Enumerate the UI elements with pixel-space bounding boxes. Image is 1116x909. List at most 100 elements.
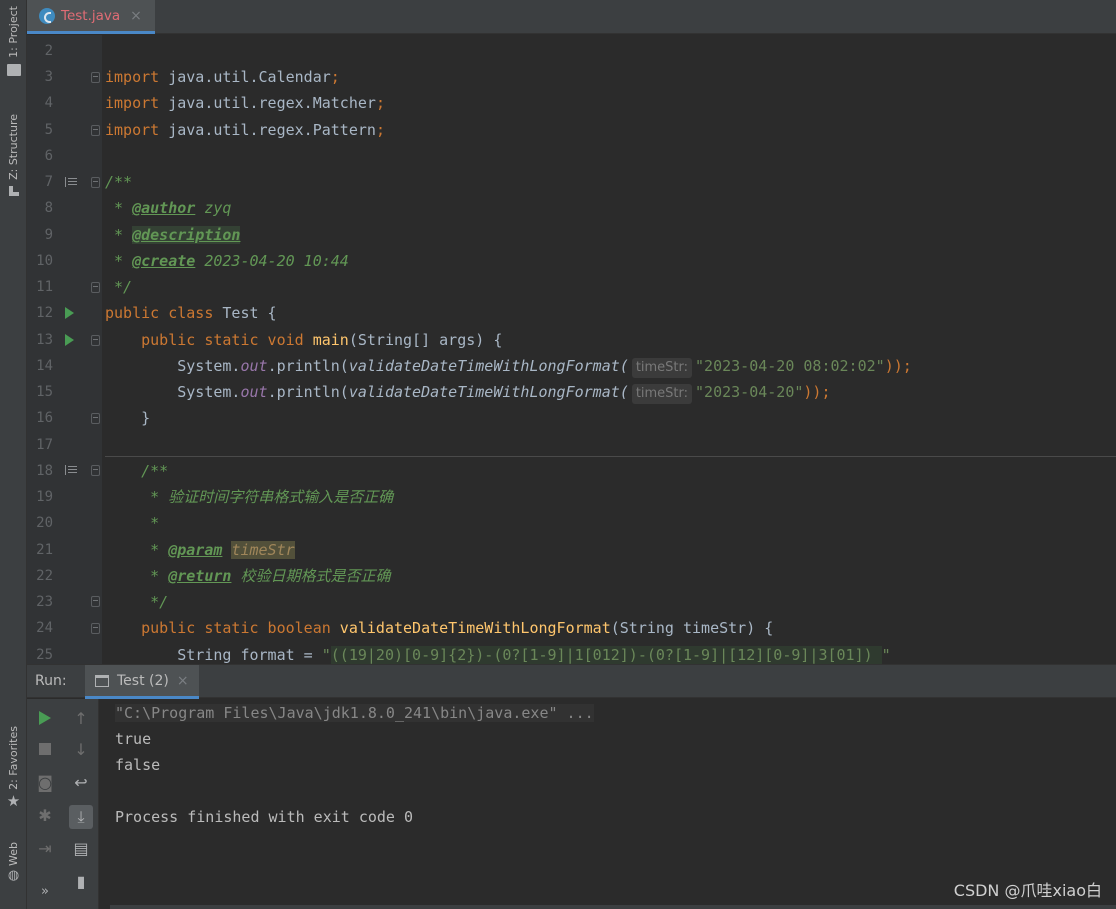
identifier: String format = (177, 646, 322, 664)
line-number: 18 (36, 463, 53, 479)
doc-comment: */ (105, 278, 133, 296)
line-number: 10 (36, 253, 53, 269)
more-icon: » (41, 883, 49, 899)
horizontal-scrollbar[interactable] (110, 905, 1116, 909)
scroll-end-icon: ⤓ (77, 807, 85, 826)
line-number: 24 (36, 620, 53, 636)
render-doc-icon[interactable] (65, 465, 78, 475)
render-doc-icon[interactable] (65, 177, 78, 187)
fold-icon[interactable] (91, 623, 100, 634)
fold-icon[interactable] (91, 413, 100, 424)
tool-window-favorites[interactable]: 2: Favorites ★ (0, 726, 27, 810)
param-name: timeStr (231, 541, 295, 559)
soft-wrap-button[interactable]: ↩ (71, 772, 91, 792)
exit-button[interactable]: ⇥ (35, 838, 55, 858)
fold-icon[interactable] (91, 335, 100, 346)
code-line: /** (105, 458, 168, 484)
doc-comment: zyq (195, 199, 232, 217)
keyword: import (105, 94, 160, 112)
globe-icon: ◍ (7, 867, 20, 883)
code-line: } (105, 405, 150, 431)
more-button[interactable]: » (35, 881, 55, 901)
static-field: out (240, 383, 268, 401)
keyword: static (195, 331, 259, 349)
print-button[interactable]: ▤ (71, 838, 91, 858)
identifier: java.util.regex.Matcher (159, 94, 376, 112)
line-number: 16 (36, 410, 53, 426)
run-toolbar-primary: ◙ ✱ ⇥ » (27, 699, 63, 909)
run-toolbar-secondary: ↑ ↓ ↩ ⤓ ▤ ▮ (63, 699, 99, 909)
stop-icon (39, 743, 51, 755)
tab-test-java[interactable]: Test.java × (27, 0, 155, 34)
editor-tab-bar: Test.java × (27, 0, 1116, 34)
arrow-down-icon: ↓ (74, 739, 88, 759)
keyword: class (159, 304, 214, 322)
line-number: 14 (36, 358, 53, 374)
left-tool-stripe: 1: Project Z: Structure 2: Favorites ★ W… (0, 0, 27, 909)
identifier: java.util.regex.Pattern (159, 121, 376, 139)
doc-tag: @create (132, 252, 196, 270)
string-literal: " (321, 646, 331, 664)
code-line: * @param timeStr (105, 537, 295, 563)
favorites-label: 2: Favorites (7, 726, 20, 790)
rerun-button[interactable] (35, 708, 55, 728)
fold-icon[interactable] (91, 177, 100, 188)
line-number: 3 (44, 69, 53, 85)
semicolon: ; (375, 121, 385, 139)
fold-icon[interactable] (91, 282, 100, 293)
run-panel-header: Run: Test (2) × (27, 664, 1116, 699)
watermark: CSDN @爪哇xiao白 (953, 881, 1102, 900)
doc-comment: 校验日期格式是否正确 (231, 567, 391, 585)
method-name: validateDateTimeWithLongFormat (330, 619, 611, 637)
fold-icon[interactable] (91, 465, 100, 476)
semicolon: ; (330, 68, 340, 86)
brace: } (141, 409, 151, 427)
parameters: (String timeStr) { (610, 619, 774, 637)
code-line: * @create 2023-04-20 10:44 (105, 248, 349, 274)
punctuation: )); (803, 383, 831, 401)
code-editor[interactable]: 2 3 4 5 6 7 8 9 10 11 12 13 14 15 16 17 … (27, 35, 1116, 664)
doc-tag: @param (168, 541, 223, 559)
clear-all-button[interactable]: ▮ (71, 871, 91, 891)
trash-icon: ▮ (76, 871, 86, 891)
line-number: 7 (44, 174, 53, 190)
line-number: 11 (36, 279, 53, 295)
scroll-down-button[interactable]: ↓ (71, 739, 91, 759)
line-number: 19 (36, 489, 53, 505)
command-line: "C:\Program Files\Java\jdk1.8.0_241\bin\… (115, 704, 594, 722)
keyword: public (141, 619, 196, 637)
project-label: 1: Project (7, 6, 20, 58)
bug-icon: ✱ (38, 805, 52, 825)
printer-icon: ▤ (73, 838, 89, 858)
java-class-icon (39, 7, 55, 24)
run-class-icon[interactable] (65, 307, 74, 319)
tool-window-web[interactable]: Web ◍ (0, 842, 27, 883)
stop-button[interactable] (35, 739, 55, 759)
line-number: 15 (36, 384, 53, 400)
parameter-hint: timeStr: (631, 358, 693, 378)
close-icon[interactable]: × (177, 673, 189, 689)
line-number: 4 (44, 95, 53, 111)
close-icon[interactable]: × (130, 8, 142, 24)
code-line: String format = "((19|20)[0-9]{2})-(0?[1… (105, 642, 891, 664)
line-number: 12 (36, 305, 53, 321)
run-label: Run: (35, 673, 67, 689)
fold-icon[interactable] (91, 125, 100, 136)
string-literal: "2023-04-20 08:02:02" (695, 357, 885, 375)
run-main-icon[interactable] (65, 334, 74, 346)
dump-threads-button[interactable]: ◙ (35, 772, 55, 792)
doc-comment: * (141, 567, 169, 585)
scroll-up-button[interactable]: ↑ (71, 708, 91, 728)
tool-window-structure[interactable]: Z: Structure (0, 114, 27, 196)
scroll-to-end-button[interactable]: ⤓ (69, 805, 93, 829)
doc-comment: * 验证时间字符串格式输入是否正确 (141, 488, 394, 506)
run-tab[interactable]: Test (2) × (85, 665, 199, 699)
fold-icon[interactable] (91, 72, 100, 83)
console-line: true (115, 730, 152, 748)
fold-icon[interactable] (91, 596, 100, 607)
star-icon: ★ (6, 791, 21, 810)
debug-button[interactable]: ✱ (35, 805, 55, 825)
structure-icon (8, 185, 19, 196)
line-number: 21 (36, 542, 53, 558)
tool-window-project[interactable]: 1: Project (0, 6, 27, 76)
